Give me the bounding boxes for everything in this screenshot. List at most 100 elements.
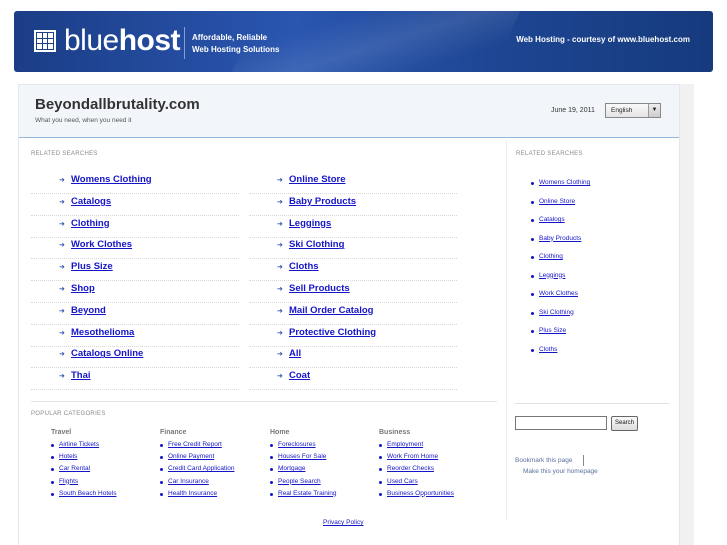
privacy-policy-link[interactable]: Privacy Policy [323, 519, 363, 526]
related-link[interactable]: Ski Clothing [289, 239, 344, 250]
category-link[interactable]: Health Insurance [160, 490, 234, 502]
category-link[interactable]: Used Cars [379, 478, 454, 490]
category-link[interactable]: Free Credit Report [160, 441, 234, 453]
related-link[interactable]: Womens Clothing [71, 174, 152, 185]
arrow-icon: ➜ [59, 220, 65, 228]
category-link[interactable]: People Search [270, 478, 337, 490]
category-link[interactable]: Real Estate Training [270, 490, 337, 502]
related-item[interactable]: ➜ Catalogs [31, 194, 239, 216]
bluehost-logo-text: bluehost [64, 24, 181, 57]
sidebar-related-link[interactable]: Ski Clothing [539, 309, 574, 316]
related-item[interactable]: ➜ Work Clothes [31, 237, 239, 260]
category-column: Travel Airline Tickets Hotels Car Rental Fli… [51, 429, 116, 502]
category-link[interactable]: Mortgage [270, 465, 337, 477]
bluehost-banner[interactable]: bluehost Affordable, Reliable Web Hostin… [14, 11, 713, 72]
search-button[interactable]: Search [611, 416, 638, 431]
category-link[interactable]: Business Opportunities [379, 490, 454, 502]
arrow-icon: ➜ [59, 307, 65, 315]
related-link[interactable]: Thai [71, 370, 91, 381]
related-link[interactable]: Catalogs Online [71, 348, 143, 359]
related-item[interactable]: ➜ Protective Clothing [249, 325, 457, 347]
related-link[interactable]: Coat [289, 370, 310, 381]
arrow-icon: ➜ [277, 264, 283, 272]
chevron-down-icon[interactable]: ▼ [648, 104, 660, 117]
related-link[interactable]: All [289, 348, 301, 359]
related-item[interactable]: ➜ Clothing [31, 216, 239, 238]
homepage-link[interactable]: Make this your homepage [523, 468, 598, 475]
related-item[interactable]: ➜ Womens Clothing [31, 172, 239, 194]
related-link[interactable]: Work Clothes [71, 239, 132, 250]
related-item[interactable]: ➜ Coat [249, 368, 457, 391]
category-link[interactable]: Houses For Sale [270, 453, 337, 465]
category-link[interactable]: Credit Card Application [160, 465, 234, 477]
category-link[interactable]: Employment [379, 441, 454, 453]
related-link[interactable]: Beyond [71, 305, 106, 316]
sidebar-related-link[interactable]: Catalogs [539, 216, 565, 223]
category-column: Business Employment Work From Home Reorder … [379, 429, 454, 502]
arrow-icon: ➜ [59, 242, 65, 250]
sidebar-related-link[interactable]: Work Clothes [539, 290, 578, 297]
search-input[interactable] [515, 416, 607, 430]
sidebar-related-link[interactable]: Online Store [539, 198, 575, 205]
bullet-icon [531, 330, 534, 333]
site-title: Beyondallbrutality.com [35, 96, 200, 113]
bullet-icon [531, 293, 534, 296]
related-item[interactable]: ➜ Thai [31, 368, 239, 391]
related-link[interactable]: Baby Products [289, 196, 356, 207]
related-item[interactable]: ➜ Beyond [31, 303, 239, 325]
related-item[interactable]: ➜ Mail Order Catalog [249, 303, 457, 325]
related-link[interactable]: Cloths [289, 261, 319, 272]
related-item[interactable]: ➜ All [249, 346, 457, 369]
sidebar-related-link[interactable]: Baby Products [539, 235, 581, 242]
bullet-icon [531, 274, 534, 278]
related-link[interactable]: Sell Products [289, 283, 350, 294]
related-link[interactable]: Online Store [289, 174, 345, 185]
language-select[interactable]: English ▼ [605, 103, 661, 118]
related-item[interactable]: ➜ Online Store [249, 172, 457, 194]
category-link[interactable]: South Beach Hotels [51, 490, 116, 502]
sidebar-related-link[interactable]: Leggings [539, 272, 565, 279]
related-link[interactable]: Protective Clothing [289, 327, 376, 338]
category-link[interactable]: Reorder Checks [379, 465, 454, 477]
sidebar-related-link[interactable]: Plus Size [539, 327, 566, 334]
related-item[interactable]: ➜ Ski Clothing [249, 237, 457, 260]
related-item[interactable]: ➜ Catalogs Online [31, 346, 239, 369]
arrow-icon: ➜ [277, 242, 283, 250]
bookmark-link[interactable]: Bookmark this page [515, 457, 572, 464]
category-link[interactable]: Car Insurance [160, 478, 234, 490]
bullet-icon [531, 311, 534, 315]
site-subtitle: What you need, when you need it [35, 117, 132, 124]
category-link[interactable]: Online Payment [160, 453, 234, 465]
bullet-icon [531, 237, 534, 241]
related-item[interactable]: ➜ Cloths [249, 259, 457, 282]
related-item[interactable]: ➜ Leggings [249, 216, 457, 238]
related-item[interactable]: ➜ Plus Size [31, 259, 239, 282]
related-link[interactable]: Shop [71, 283, 95, 294]
related-link[interactable]: Mail Order Catalog [289, 305, 373, 316]
related-link[interactable]: Clothing [71, 218, 110, 229]
related-item[interactable]: ➜ Baby Products [249, 194, 457, 216]
related-link[interactable]: Mesothelioma [71, 327, 134, 338]
category-link[interactable]: Hotels [51, 453, 116, 465]
page-scrollbar[interactable] [680, 84, 694, 545]
related-link[interactable]: Plus Size [71, 261, 113, 272]
sidebar-related-link[interactable]: Womens Clothing [539, 179, 590, 186]
related-link[interactable]: Leggings [289, 218, 331, 229]
arrow-icon: ➜ [59, 351, 65, 359]
related-item[interactable]: ➜ Sell Products [249, 281, 457, 303]
popular-separator [31, 401, 497, 402]
category-link[interactable]: Car Rental [51, 465, 116, 477]
arrow-icon: ➜ [277, 329, 283, 337]
sidebar-related-link[interactable]: Clothing [539, 253, 563, 260]
category-link[interactable]: Foreclosures [270, 441, 337, 453]
category-link[interactable]: Airline Tickets [51, 441, 116, 453]
sidebar-related-link[interactable]: Cloths [539, 346, 557, 353]
related-item[interactable]: ➜ Shop [31, 281, 239, 303]
category-column: Home Foreclosures Houses For Sale Mortgage P… [270, 429, 337, 502]
related-item[interactable]: ➜ Mesothelioma [31, 325, 239, 347]
category-link[interactable]: Flights [51, 478, 116, 490]
category-link[interactable]: Work From Home [379, 453, 454, 465]
category-title: Business [379, 429, 411, 436]
related-link[interactable]: Catalogs [71, 196, 111, 207]
banner-courtesy[interactable]: Web Hosting - courtesy of www.bluehost.c… [516, 35, 690, 44]
